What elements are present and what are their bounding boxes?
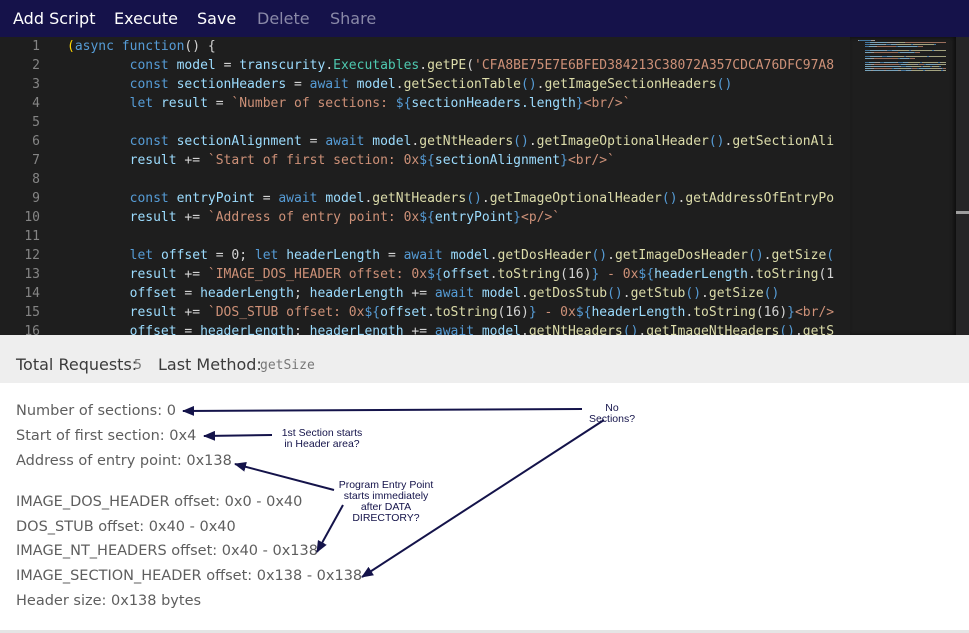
annotation-entry-point: Program Entry Point starts immediately a… (338, 479, 434, 524)
arrow-no-sections-to-count (182, 405, 583, 416)
arrow-first-section (203, 430, 273, 441)
annotation-first-section: 1st Section starts in Header area? (281, 427, 363, 450)
annotation-no-sections: No Sections? (588, 402, 636, 425)
arrow-entry-point-to-address (234, 461, 335, 491)
annotation-arrows (182, 405, 605, 578)
